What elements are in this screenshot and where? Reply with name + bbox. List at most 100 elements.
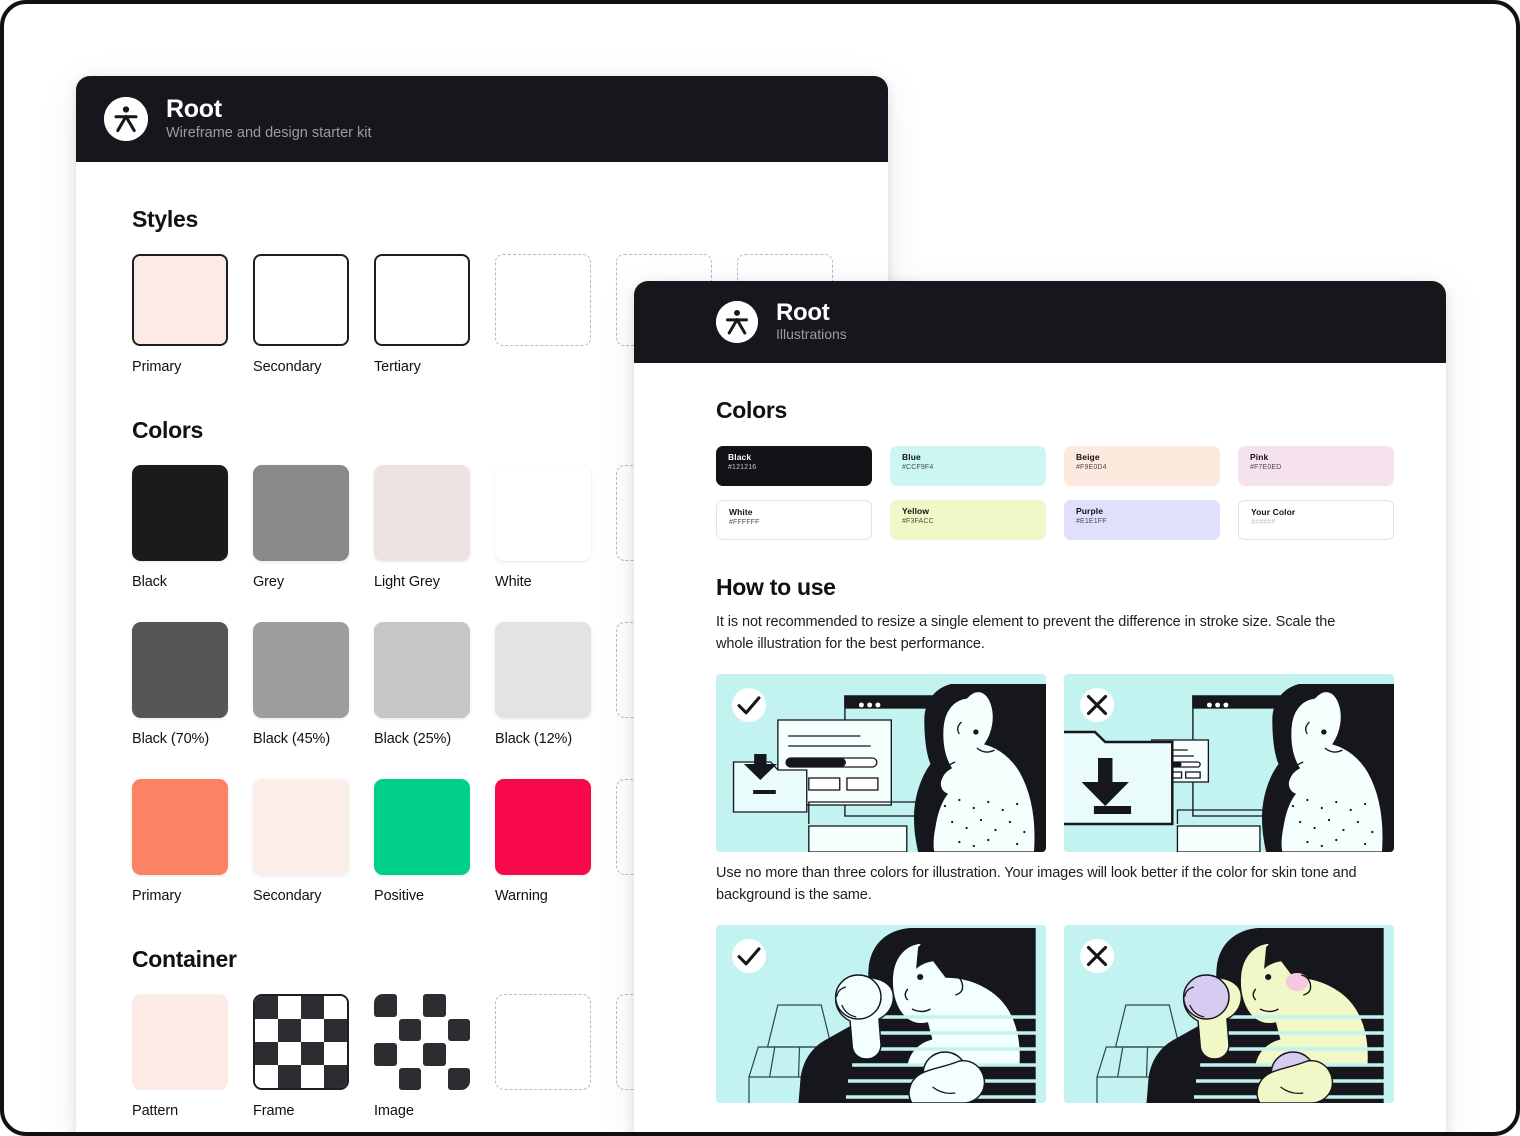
swatch-box[interactable] (253, 254, 349, 346)
color-chip-purple[interactable]: Purple #E1E1FF (1064, 500, 1220, 540)
swatch-container-placeholder-1[interactable] (495, 994, 595, 1119)
swatch-label: Grey (253, 574, 285, 590)
chip-name: Pink (1250, 452, 1269, 462)
color-chip-blue[interactable]: Blue #CCF9F4 (890, 446, 1046, 486)
swatch-box[interactable] (132, 622, 228, 718)
swatch-box[interactable] (132, 994, 228, 1090)
swatch-label: Secondary (253, 359, 322, 375)
color-chip-black[interactable]: Black #121216 (716, 446, 872, 486)
swatch-box[interactable] (374, 779, 470, 875)
swatch-color-black[interactable]: Black (132, 465, 232, 590)
card-right-body: Colors Black #121216 Blue #CCF9F4 Beige … (634, 363, 1446, 1132)
card-illustrations[interactable]: Root Illustrations Colors Black #121216 … (634, 281, 1446, 1132)
howto-paragraph-2: Use no more than three colors for illust… (716, 864, 1357, 904)
swatch-container-image[interactable]: Image (374, 994, 474, 1119)
swatch-container-pattern[interactable]: Pattern (132, 994, 232, 1119)
color-chip-beige[interactable]: Beige #F9E0D4 (1064, 446, 1220, 486)
swatch-label: Light Grey (374, 574, 440, 590)
swatch-color-black-70[interactable]: Black (70%) (132, 622, 232, 747)
swatch-label: Black (25%) (374, 731, 452, 747)
swatch-color-black-45[interactable]: Black (45%) (253, 622, 353, 747)
illustration-colors-correct[interactable] (716, 924, 1046, 1103)
section-title-illustration-colors: Colors (716, 397, 788, 423)
illustration-resize-wrong[interactable] (1064, 673, 1394, 852)
chip-name: Blue (902, 452, 921, 462)
checkerboard-frame-icon[interactable] (253, 994, 349, 1090)
chip-hex: #F3FACC (902, 517, 934, 525)
checkerboard-image-icon[interactable] (374, 994, 470, 1090)
swatch-label: Positive (374, 888, 424, 904)
card-left-header: Root Wireframe and design starter kit (76, 76, 888, 162)
root-person-logo-icon (716, 301, 758, 343)
section-title-how-to-use: How to use (716, 574, 836, 600)
check-icon (732, 687, 766, 722)
swatch-box[interactable] (132, 465, 228, 561)
swatch-box-empty[interactable] (495, 994, 591, 1090)
color-chip-your-color[interactable]: Your Color ###### (1238, 500, 1394, 540)
section-title-styles: Styles (132, 206, 198, 232)
swatch-label: Black (70%) (132, 731, 210, 747)
cross-icon (1080, 687, 1114, 722)
swatch-label: Black (132, 574, 167, 590)
swatch-box[interactable] (132, 254, 228, 346)
chip-name: Beige (1076, 452, 1100, 462)
chip-hex: #F7E0ED (1250, 463, 1282, 471)
chip-hex: #F9E0D4 (1076, 463, 1107, 471)
swatch-box[interactable] (253, 779, 349, 875)
swatch-box[interactable] (374, 465, 470, 561)
chip-hex: ###### (1251, 518, 1276, 526)
swatch-label: Warning (495, 888, 548, 904)
swatch-color-black-25[interactable]: Black (25%) (374, 622, 474, 747)
illustration-color-grid: Black #121216 Blue #CCF9F4 Beige #F9E0D4… (716, 446, 1394, 540)
swatch-box[interactable] (253, 622, 349, 718)
cross-icon (1080, 938, 1114, 973)
chip-name: Yellow (902, 506, 930, 516)
color-chip-pink[interactable]: Pink #F7E0ED (1238, 446, 1394, 486)
swatch-box-empty[interactable] (495, 254, 591, 346)
swatch-label: Primary (132, 359, 182, 375)
swatch-color-black-12[interactable]: Black (12%) (495, 622, 595, 747)
card-right-title: Root (776, 299, 830, 327)
check-icon (732, 938, 766, 973)
swatch-label: Primary (132, 888, 182, 904)
swatch-color-secondary[interactable]: Secondary (253, 779, 353, 904)
swatch-box[interactable] (495, 779, 591, 875)
illustration-resize-correct[interactable] (716, 673, 1046, 852)
swatch-box[interactable] (495, 465, 591, 561)
swatch-label: Black (12%) (495, 731, 573, 747)
swatch-box[interactable] (253, 465, 349, 561)
swatch-style-secondary[interactable]: Secondary (253, 254, 353, 375)
swatch-style-primary[interactable]: Primary (132, 254, 232, 375)
swatch-box[interactable] (132, 779, 228, 875)
color-chip-yellow[interactable]: Yellow #F3FACC (890, 500, 1046, 540)
swatch-container-frame[interactable]: Frame (253, 994, 353, 1119)
swatch-color-grey[interactable]: Grey (253, 465, 353, 590)
swatch-label: White (495, 574, 532, 590)
chip-hex: #E1E1FF (1076, 517, 1107, 525)
illustration-colors-wrong[interactable] (1064, 924, 1394, 1103)
chip-hex: #FFFFFF (729, 518, 760, 526)
swatch-color-warning[interactable]: Warning (495, 779, 595, 904)
swatch-label: Tertiary (374, 359, 421, 375)
swatch-style-placeholder-1[interactable] (495, 254, 595, 375)
card-right-titles: Root Illustrations (776, 300, 847, 344)
swatch-label: Pattern (132, 1103, 179, 1119)
howto-paragraph-1: It is not recommended to resize a single… (716, 614, 1336, 653)
swatch-box[interactable] (495, 622, 591, 718)
card-right-subtitle: Illustrations (776, 326, 847, 343)
card-left-subtitle: Wireframe and design starter kit (166, 125, 372, 142)
swatch-label: Black (45%) (253, 731, 331, 747)
swatch-color-light-grey[interactable]: Light Grey (374, 465, 474, 590)
swatch-label: Secondary (253, 888, 322, 904)
swatch-color-primary[interactable]: Primary (132, 779, 232, 904)
color-chip-white[interactable]: White #FFFFFF (716, 500, 872, 540)
swatch-style-tertiary[interactable]: Tertiary (374, 254, 474, 375)
swatch-label: Frame (253, 1103, 295, 1119)
swatch-color-white[interactable]: White (495, 465, 595, 590)
swatch-box[interactable] (374, 622, 470, 718)
swatch-color-positive[interactable]: Positive (374, 779, 474, 904)
chip-hex: #CCF9F4 (902, 463, 934, 471)
illustration-grid-colors (716, 924, 1394, 1103)
swatch-box[interactable] (374, 254, 470, 346)
card-left-title: Root (166, 94, 222, 123)
